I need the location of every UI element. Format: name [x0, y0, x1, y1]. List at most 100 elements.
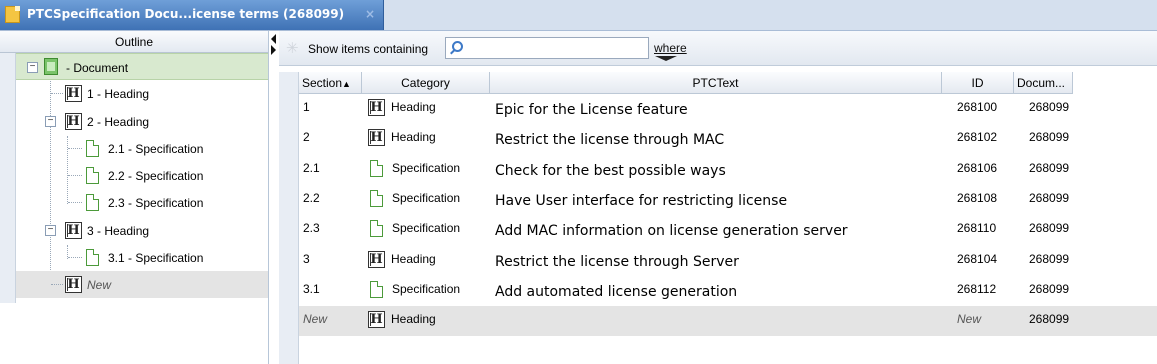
document-icon	[44, 58, 58, 75]
heading-icon: H	[368, 129, 385, 147]
cell-category: Specification	[392, 160, 461, 175]
outline-header[interactable]: Outline	[0, 31, 268, 53]
tree-item-specification[interactable]: 2.1 - Specification	[16, 135, 268, 162]
cell-document: 268099	[1029, 312, 1070, 327]
chevron-down-icon[interactable]	[655, 56, 677, 61]
cell-section: New	[303, 312, 328, 327]
specification-icon	[86, 194, 99, 211]
table-row[interactable]: 2.2 Specification Have User interface for …	[299, 185, 1157, 215]
show-items-label: Show items containing	[308, 42, 429, 56]
cell-document: 268099	[1029, 130, 1070, 145]
expand-right-arrow-icon[interactable]	[271, 45, 276, 55]
table-row[interactable]: 1 H Heading Epic for the License feature 268…	[299, 94, 1157, 124]
cell-text[interactable]: Add MAC information on license generatio…	[495, 223, 848, 239]
tree-item-label: 1 - Heading	[87, 87, 150, 101]
tree-item-label: 2 - Heading	[87, 115, 150, 129]
heading-icon: H	[368, 311, 385, 329]
tree-item-specification[interactable]: 3.1 - Specification	[16, 244, 268, 271]
collapse-left-arrow-icon[interactable]	[271, 34, 276, 44]
specification-icon	[370, 159, 383, 177]
tree-item-specification[interactable]: 2.3 - Specification	[16, 189, 268, 216]
cell-section: 2.2	[303, 190, 320, 205]
grid-row-gutter	[279, 72, 299, 364]
cell-id: 268112	[957, 281, 997, 296]
cell-id: 268110	[957, 221, 997, 236]
cell-section: 2.1	[303, 160, 320, 175]
document-tab-title: PTCSpecification Docu...icense terms (26…	[27, 7, 345, 21]
tree-item-label: - Document	[66, 61, 129, 75]
cell-document: 268099	[1029, 251, 1070, 266]
tree-item-new[interactable]: H New	[16, 271, 268, 298]
cell-id: 268106	[957, 160, 998, 175]
search-input[interactable]	[445, 37, 649, 59]
table-row[interactable]: 2.1 Specification Check for the best possi…	[299, 155, 1157, 185]
collapse-toggle[interactable]: −	[45, 225, 56, 236]
cell-id: New	[957, 312, 982, 327]
close-icon[interactable]: ×	[365, 7, 375, 21]
cell-section: 3.1	[303, 281, 320, 296]
cell-text[interactable]: Restrict the license through Server	[495, 254, 739, 270]
outline-panel: Outline − - Document H 1 - Heading − H 2…	[0, 31, 269, 364]
cell-text[interactable]: Check for the best possible ways	[495, 163, 726, 179]
cell-document: 268099	[1029, 160, 1070, 175]
cell-category: Heading	[391, 251, 436, 266]
filter-star-icon[interactable]: ✳	[286, 39, 299, 57]
cell-section: 3	[303, 251, 310, 266]
cell-section: 2.3	[303, 221, 320, 236]
tree-item-label: 2.3 - Specification	[108, 196, 204, 210]
sort-ascending-icon: ▲	[342, 79, 351, 89]
cell-category: Specification	[392, 221, 461, 236]
cell-document: 268099	[1029, 190, 1070, 205]
cell-category: Heading	[391, 100, 436, 114]
tree-item-label: 3.1 - Specification	[108, 251, 204, 265]
cell-text[interactable]: Add automated license generation	[495, 284, 737, 300]
where-dropdown[interactable]: where	[654, 41, 687, 55]
cell-document: 268099	[1029, 281, 1070, 296]
table-row[interactable]: 3 H Heading Restrict the license through Se…	[299, 246, 1157, 276]
heading-icon: H	[65, 276, 82, 293]
cell-section: 2	[303, 130, 310, 145]
specification-icon	[86, 167, 99, 184]
column-header-section[interactable]: Section▲	[299, 72, 362, 94]
specification-icon	[86, 140, 99, 157]
document-tab[interactable]: PTCSpecification Docu...icense terms (26…	[0, 0, 384, 30]
heading-icon: H	[65, 113, 82, 130]
heading-icon: H	[65, 222, 82, 239]
collapse-toggle[interactable]: −	[45, 116, 56, 127]
cell-category: Specification	[392, 281, 461, 296]
tree-item-heading[interactable]: − H 3 - Heading	[16, 217, 268, 244]
cell-id: 268108	[957, 190, 998, 205]
tree-item-heading[interactable]: − H 2 - Heading	[16, 108, 268, 135]
column-header-document[interactable]: Docum...	[1014, 72, 1073, 94]
heading-icon: H	[368, 99, 385, 116]
tree-item-label: 3 - Heading	[87, 224, 150, 238]
cell-document: 268099	[1029, 221, 1070, 236]
tree-item-specification[interactable]: 2.2 - Specification	[16, 162, 268, 189]
cell-id: 268100	[957, 100, 998, 114]
cell-section: 1	[303, 100, 310, 114]
cell-text[interactable]: Epic for the License feature	[495, 102, 688, 118]
column-header-id[interactable]: ID	[942, 72, 1014, 94]
cell-text[interactable]: Have User interface for restricting lice…	[495, 193, 787, 209]
cell-id: 268102	[957, 130, 998, 145]
cell-category: Heading	[391, 130, 436, 145]
table-row[interactable]: 2 H Heading Restrict the license through MA…	[299, 124, 1157, 154]
cell-category: Heading	[391, 312, 436, 327]
specification-icon	[370, 220, 383, 238]
heading-icon: H	[368, 250, 385, 268]
table-row[interactable]: 2.3 Specification Add MAC information on l…	[299, 215, 1157, 245]
grid-row-new[interactable]: New H Heading New 268099	[299, 306, 1157, 337]
tree-item-label: 2.2 - Specification	[108, 169, 204, 183]
collapse-toggle[interactable]: −	[27, 62, 38, 73]
heading-icon: H	[65, 85, 82, 102]
specification-icon	[370, 280, 383, 298]
column-header-category[interactable]: Category	[362, 72, 490, 94]
tab-bar: PTCSpecification Docu...icense terms (26…	[0, 0, 1157, 31]
column-header-text[interactable]: PTCText	[490, 72, 942, 94]
search-icon	[452, 41, 463, 52]
tree-item-heading[interactable]: H 1 - Heading	[16, 80, 268, 107]
table-row[interactable]: 3.1 Specification Add automated license ge…	[299, 276, 1157, 306]
tree-item-document[interactable]: − - Document	[16, 53, 268, 80]
cell-text[interactable]: Restrict the license through MAC	[495, 132, 724, 148]
panel-splitter[interactable]	[269, 31, 279, 364]
